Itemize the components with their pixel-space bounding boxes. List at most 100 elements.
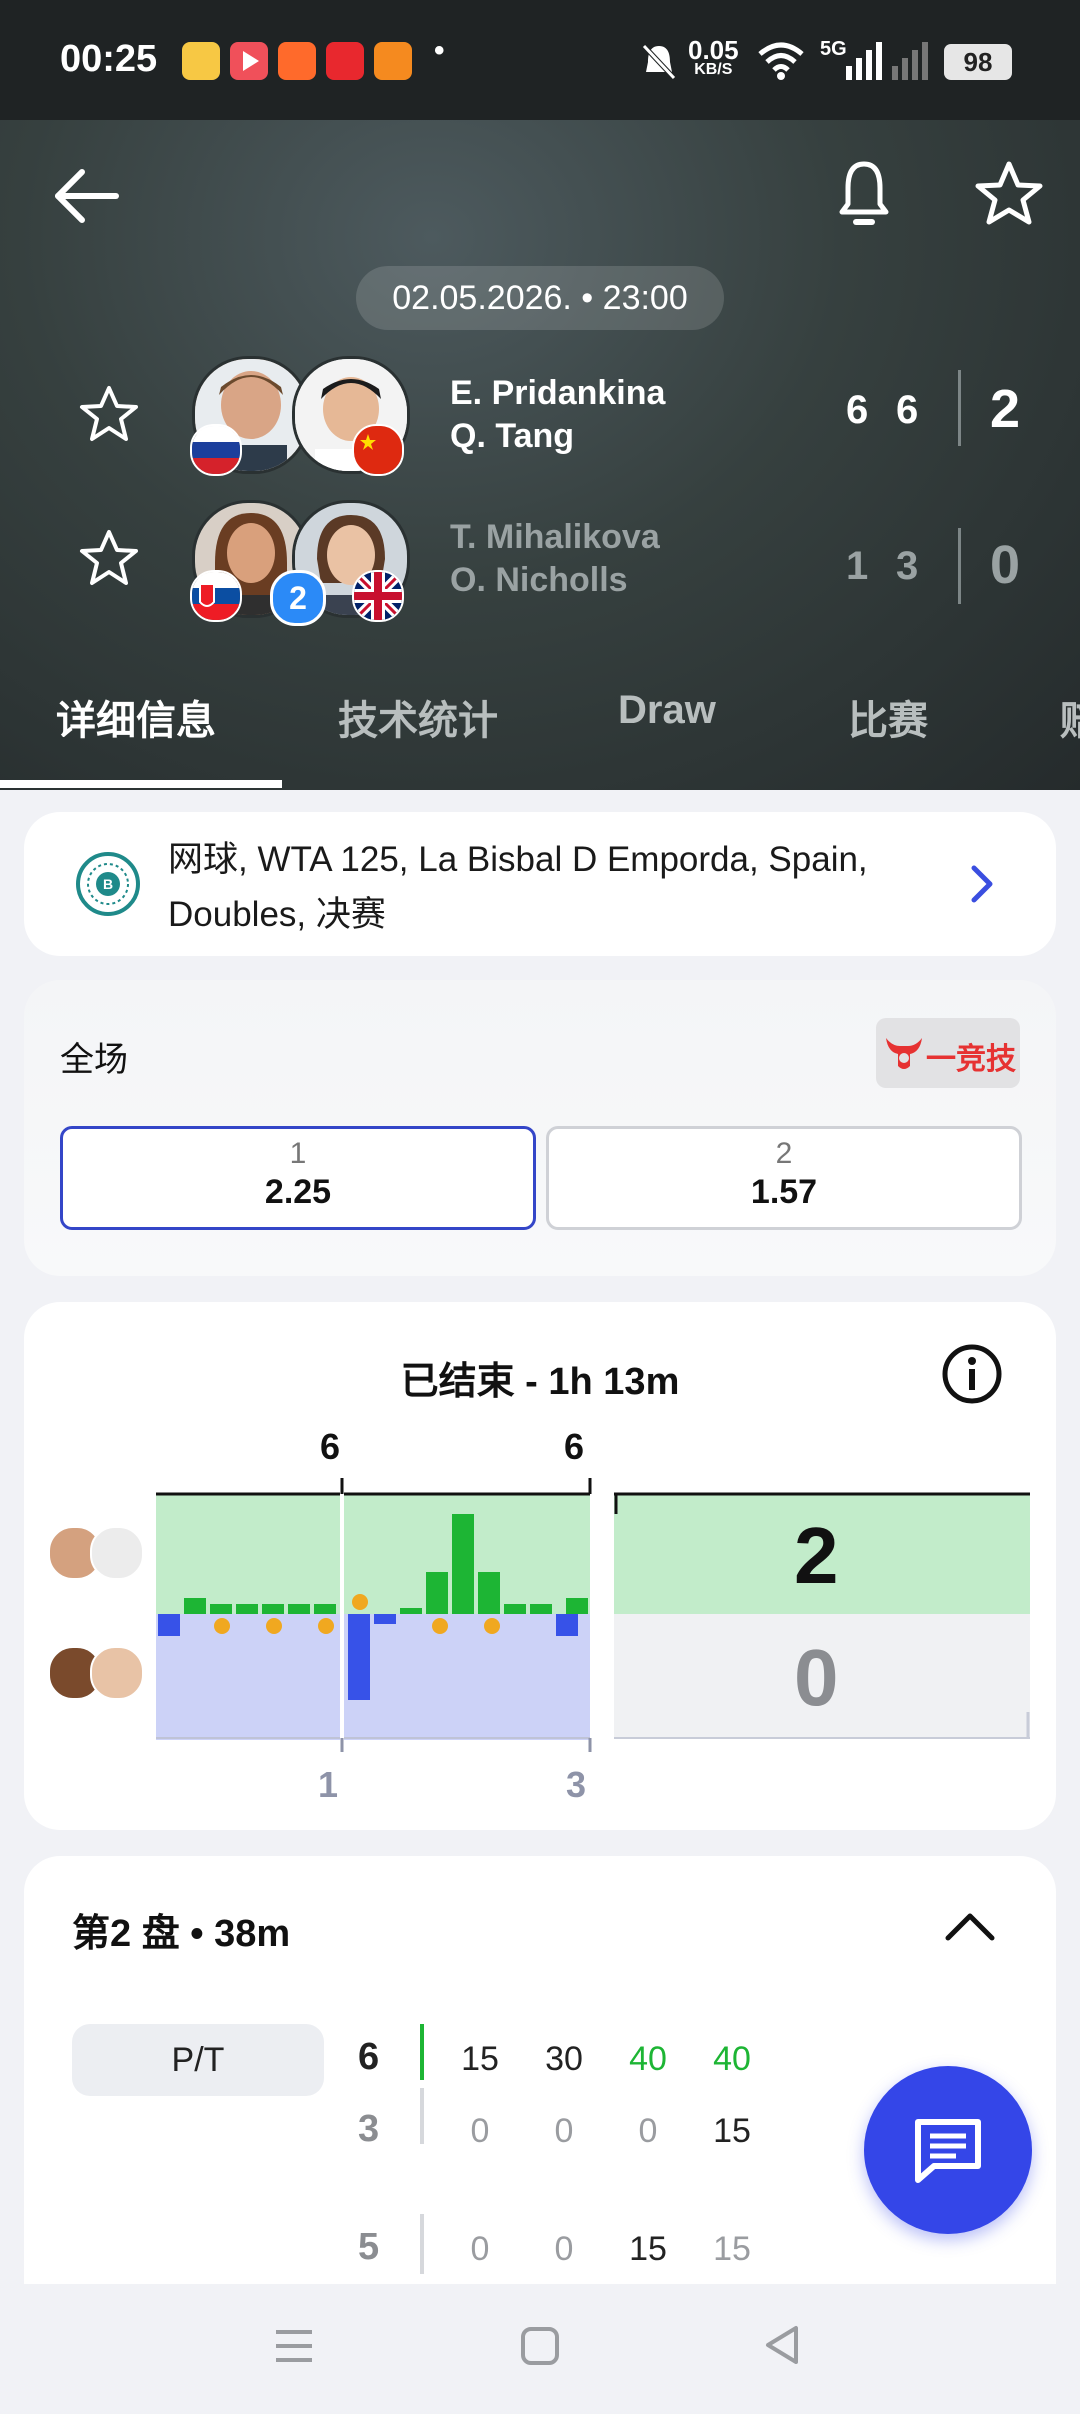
chat-button[interactable] <box>864 2066 1032 2234</box>
point-score: 0 <box>638 2112 658 2150</box>
points-filter-button[interactable]: P/T <box>72 2024 324 2096</box>
flag-russia-icon <box>190 424 242 476</box>
active-tab-indicator <box>0 780 282 788</box>
set-detail-title: 第2 盘 • 38m <box>72 1913 291 1955</box>
tennis-ball-icon <box>318 1618 334 1634</box>
team2-set1-score: 1 <box>846 544 869 588</box>
signal-icon <box>846 42 928 80</box>
odds-option-2[interactable]: 2 1.57 <box>546 1126 1022 1230</box>
momentum-bar <box>158 1614 180 1636</box>
point-score: 15 <box>713 2230 751 2268</box>
point-score: 15 <box>713 2112 751 2150</box>
point-score: 15 <box>629 2230 667 2268</box>
chat-icon <box>915 2119 981 2183</box>
network-speed: 0.05 KB/S <box>688 35 739 78</box>
momentum-bar <box>236 1604 258 1614</box>
tab-odds[interactable]: 赔 <box>1060 688 1080 746</box>
serve-indicator <box>420 2024 424 2080</box>
game-icon <box>374 42 412 80</box>
status-time: 00:25 <box>60 38 158 80</box>
momentum-bar <box>184 1598 206 1614</box>
row-divider <box>420 2088 424 2144</box>
momentum-bar <box>288 1604 310 1614</box>
tab-details[interactable]: 详细信息 <box>56 688 216 746</box>
set-detail-card: 第2 盘 • 38m P/T 6 3 15 30 40 40 0 0 0 15 … <box>24 1856 1056 2286</box>
tennis-ball-icon <box>352 1594 368 1610</box>
home-icon[interactable] <box>518 2324 562 2368</box>
odds-title: 全场 <box>60 1041 128 1079</box>
momentum-bar <box>400 1608 422 1614</box>
store-icon <box>326 42 364 80</box>
momentum-bar <box>210 1604 232 1614</box>
team2-names: T. Mihalikova O. Nicholls <box>450 518 660 599</box>
tab-draw[interactable]: Draw <box>618 688 716 733</box>
point-score: 30 <box>545 2040 583 2078</box>
momentum-card: 已结束 - 1h 13m 6 6 2 0 1 3 <box>24 1302 1056 1830</box>
favorite-star-icon[interactable] <box>974 160 1044 226</box>
tennis-ball-icon <box>214 1618 230 1634</box>
momentum-bar <box>262 1604 284 1614</box>
svg-text:B: B <box>103 876 113 892</box>
odds-option-1[interactable]: 1 2.25 <box>60 1126 536 1230</box>
team1-area <box>156 1494 590 1614</box>
momentum-bar <box>478 1572 500 1614</box>
sets-score-team2: 0 <box>794 1633 839 1722</box>
momentum-bar <box>374 1614 396 1624</box>
system-nav-bar <box>0 2284 1080 2414</box>
bull-logo-icon <box>886 1038 922 1069</box>
momentum-bar <box>426 1572 448 1614</box>
mute-bell-icon <box>642 44 676 80</box>
flag-uk-icon <box>352 570 404 622</box>
team2-sets-won: 0 <box>990 535 1021 595</box>
chevron-up-icon[interactable] <box>942 1908 998 1944</box>
tennis-ball-icon <box>266 1618 282 1634</box>
match-datetime: 02.05.2026. • 23:00 <box>356 266 724 330</box>
status-bar: 00:25 • 0.05 KB/S 5G 98 <box>0 0 1080 120</box>
momentum-bar <box>314 1604 336 1614</box>
match-header: 00:25 • 0.05 KB/S 5G 98 02.05.2026. • 23… <box>0 0 1080 790</box>
wifi-icon <box>758 42 804 80</box>
odds-card: 全场 一竞技 1 2.25 2 1.57 <box>24 980 1056 1276</box>
momentum-bar <box>530 1604 552 1614</box>
menu-icon[interactable] <box>272 2324 316 2368</box>
team2-star-icon[interactable] <box>78 528 140 588</box>
team1-set2-score: 6 <box>896 388 919 432</box>
video-icon <box>230 42 268 80</box>
tab-statistics[interactable]: 技术统计 <box>338 688 498 746</box>
tournament-card[interactable]: B 网球, WTA 125, La Bisbal D Emporda, Spai… <box>24 812 1056 956</box>
point-score: 40 <box>713 2040 751 2078</box>
sets-score-team1: 2 <box>794 1511 839 1600</box>
set1-bottom-score: 1 <box>318 1764 339 1805</box>
seed-badge: 2 <box>270 570 326 626</box>
tennis-ball-icon <box>484 1618 500 1634</box>
point-score: 0 <box>470 2230 490 2268</box>
momentum-chart <box>156 1478 1030 1752</box>
flag-slovakia-icon <box>190 570 242 622</box>
momentum-bar <box>504 1604 526 1614</box>
point-score: 0 <box>554 2112 574 2150</box>
team1-sets-won: 2 <box>990 379 1021 439</box>
team1-set1-score: 6 <box>846 388 869 432</box>
tennis-ball-icon <box>432 1618 448 1634</box>
bell-icon[interactable] <box>836 158 892 230</box>
team1-star-icon[interactable] <box>78 384 140 444</box>
team1-names: E. Pridankina Q. Tang <box>450 374 666 455</box>
momentum-bar <box>348 1614 370 1700</box>
score-divider <box>958 370 961 446</box>
chevron-right-icon <box>971 865 993 903</box>
game-score-top: 6 <box>358 2036 380 2078</box>
shop-icon <box>278 42 316 80</box>
tournament-name: 网球, WTA 125, La Bisbal D Emporda, Spain,… <box>168 840 868 934</box>
row-divider <box>420 2214 424 2274</box>
momentum-bar <box>556 1614 578 1636</box>
team2-set2-score: 3 <box>896 544 919 588</box>
point-score: 0 <box>554 2230 574 2268</box>
momentum-bar <box>452 1514 474 1614</box>
game-score-top: 5 <box>358 2226 380 2268</box>
tab-matches[interactable]: 比赛 <box>848 688 928 746</box>
flag-china-icon <box>352 424 404 476</box>
back-arrow-icon[interactable] <box>50 166 120 226</box>
back-icon[interactable] <box>760 2322 804 2368</box>
weibo-icon <box>182 42 220 80</box>
bookmaker-logo[interactable]: 一竞技 <box>876 1018 1020 1088</box>
